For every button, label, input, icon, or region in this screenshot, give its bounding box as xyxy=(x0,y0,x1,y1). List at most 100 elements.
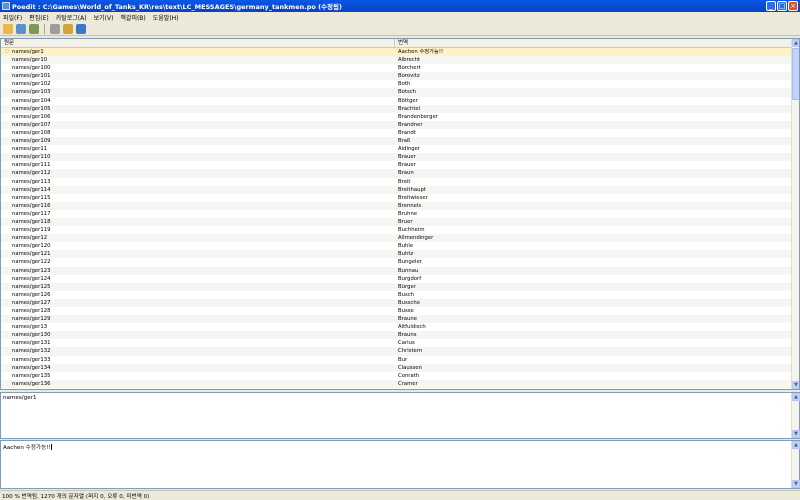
scroll-up-arrow-icon[interactable]: ▲ xyxy=(792,393,800,401)
table-row[interactable]: names/ger102 Both xyxy=(1,80,792,88)
table-row[interactable]: names/ger107 Brandner xyxy=(1,120,792,129)
source-cell: names/ger132 xyxy=(12,348,51,355)
column-header-source[interactable]: 원문 xyxy=(1,39,395,47)
table-row[interactable]: names/ger110 Brauer xyxy=(1,153,792,162)
menu-catalog[interactable]: 카탈로그(A) xyxy=(56,13,87,22)
translation-pane-scrollbar[interactable]: ▲ ▼ xyxy=(791,441,800,488)
table-row[interactable]: names/ger11 Aldinger xyxy=(1,145,792,153)
open-folder-icon[interactable] xyxy=(3,23,13,34)
table-row[interactable]: names/ger13 Altfuldisch xyxy=(1,323,792,331)
table-row[interactable]: names/ger124 Burgdorf xyxy=(1,275,792,283)
table-row[interactable]: names/ger135 Conrath xyxy=(1,372,792,380)
list-scrollbar[interactable]: ▲ ▼ xyxy=(791,39,799,389)
table-row[interactable]: names/ger129 Braune xyxy=(1,315,792,324)
table-row[interactable]: names/ger116 Brennels xyxy=(1,201,792,210)
table-row[interactable]: names/ger121 Buhtz xyxy=(1,250,792,259)
table-row[interactable]: names/ger122 Bungeler xyxy=(1,258,792,266)
translation-cell: Brandenberger xyxy=(398,113,438,120)
scroll-up-arrow-icon[interactable]: ▲ xyxy=(792,441,800,449)
table-row[interactable]: names/ger109 Braß xyxy=(1,137,792,146)
table-row[interactable]: names/ger123 Bunnau xyxy=(1,266,792,275)
maximize-button[interactable]: □ xyxy=(777,1,787,11)
table-row[interactable]: names/ger127 Bussche xyxy=(1,298,792,307)
table-row[interactable]: names/ger130 Brauns xyxy=(1,331,792,340)
translation-cell: Bunnau xyxy=(398,267,419,274)
update-icon[interactable] xyxy=(29,23,39,34)
source-pane-scrollbar[interactable]: ▲ ▼ xyxy=(791,393,800,438)
table-row[interactable]: names/ger100 Borchert xyxy=(1,64,792,72)
table-row[interactable]: names/ger105 Brachtel xyxy=(1,104,792,113)
table-row[interactable]: names/ger131 Carius xyxy=(1,339,792,347)
save-icon[interactable] xyxy=(16,23,26,34)
table-row[interactable]: names/ger136 Cramer xyxy=(1,379,792,388)
menu-bookmarks[interactable]: 책갈피(B) xyxy=(120,13,145,22)
source-cell: names/ger121 xyxy=(12,251,51,258)
menu-bar: 파일(F) 편집(E) 카탈로그(A) 보기(V) 책갈피(B) 도움말(H) xyxy=(0,12,800,22)
translation-cell: Allmendinger xyxy=(398,235,434,242)
source-cell: names/ger107 xyxy=(12,121,51,128)
minimize-button[interactable]: _ xyxy=(766,1,776,11)
comment-icon[interactable] xyxy=(63,23,73,34)
scroll-down-arrow-icon[interactable]: ▼ xyxy=(792,480,800,488)
table-row[interactable]: names/ger10 Albrecht xyxy=(1,56,792,65)
table-row[interactable]: names/ger103 Botsch xyxy=(1,88,792,97)
table-row[interactable]: names/ger112 Braun xyxy=(1,169,792,178)
translation-edit-pane[interactable]: Aachen 수정가능!! ▲ ▼ xyxy=(0,440,800,489)
source-cell: names/ger130 xyxy=(12,332,51,339)
table-row[interactable]: names/ger104 Böttger xyxy=(1,97,792,105)
table-row[interactable]: names/ger111 Brauer xyxy=(1,161,792,169)
source-cell: names/ger134 xyxy=(12,364,51,371)
table-row[interactable]: ○ names/ger1 Aachen 수정가능!! xyxy=(1,48,792,57)
validate-icon[interactable] xyxy=(50,23,60,34)
table-row[interactable]: names/ger12 Allmendinger xyxy=(1,234,792,243)
toolbar xyxy=(0,22,800,36)
source-cell: names/ger102 xyxy=(12,81,51,88)
table-row[interactable]: names/ger120 Buhle xyxy=(1,242,792,250)
table-row[interactable]: names/ger106 Brandenberger xyxy=(1,113,792,121)
table-row[interactable]: names/ger119 Buchheim xyxy=(1,226,792,234)
table-row[interactable]: names/ger101 Borovitz xyxy=(1,72,792,81)
menu-file[interactable]: 파일(F) xyxy=(3,13,22,22)
title-bar: Poedit : C:\Games\World_of_Tanks_KR\res\… xyxy=(0,0,800,12)
source-cell: names/ger104 xyxy=(12,97,51,104)
table-row[interactable]: names/ger114 Breithaupt xyxy=(1,185,792,194)
fullscreen-icon[interactable] xyxy=(76,23,86,34)
close-button[interactable]: × xyxy=(788,1,798,11)
source-cell: names/ger127 xyxy=(12,299,51,306)
source-cell: names/ger11 xyxy=(12,146,48,153)
source-cell: names/ger118 xyxy=(12,218,51,225)
source-text-pane[interactable]: names/ger1 ▲ ▼ xyxy=(0,392,800,439)
table-row[interactable]: names/ger133 Bur xyxy=(1,356,792,364)
scroll-down-arrow-icon[interactable]: ▼ xyxy=(792,430,800,438)
table-row[interactable]: names/ger115 Breitwieser xyxy=(1,194,792,202)
translation-cell: Aachen 수정가능!! xyxy=(398,49,444,55)
translation-cell: Buhtz xyxy=(398,251,414,258)
translation-input-line[interactable]: Aachen 수정가능!! xyxy=(3,443,52,451)
source-cell: names/ger112 xyxy=(12,170,51,177)
table-row[interactable]: names/ger117 Bruhne xyxy=(1,210,792,218)
table-row[interactable]: names/ger126 Busch xyxy=(1,291,792,299)
table-row[interactable]: names/ger108 Brandt xyxy=(1,129,792,137)
table-row[interactable]: names/ger113 Breit xyxy=(1,178,792,186)
translation-cell: Carius xyxy=(398,340,415,347)
table-row[interactable]: names/ger118 Bruer xyxy=(1,217,792,227)
scroll-down-arrow-icon[interactable]: ▼ xyxy=(792,381,799,389)
source-cell: names/ger105 xyxy=(12,105,51,112)
menu-help[interactable]: 도움말(H) xyxy=(153,13,179,22)
menu-view[interactable]: 보기(V) xyxy=(94,13,114,22)
source-cell: names/ger117 xyxy=(12,210,51,217)
source-cell: names/ger113 xyxy=(12,178,51,185)
translation-cell: Botsch xyxy=(398,89,416,96)
column-header-translation[interactable]: 번역 xyxy=(395,39,792,47)
scroll-thumb[interactable] xyxy=(792,48,799,100)
menu-edit[interactable]: 편집(E) xyxy=(29,13,49,22)
scroll-up-arrow-icon[interactable]: ▲ xyxy=(792,39,799,47)
table-row[interactable]: names/ger128 Busse xyxy=(1,307,792,315)
table-row[interactable]: names/ger132 Christern xyxy=(1,347,792,356)
table-row[interactable]: names/ger134 Claussen xyxy=(1,363,792,372)
source-cell: names/ger115 xyxy=(12,194,51,201)
translation-cell: Conrath xyxy=(398,372,420,379)
source-cell: names/ger128 xyxy=(12,308,51,314)
source-cell: names/ger123 xyxy=(12,267,51,274)
table-row[interactable]: names/ger125 Bürger xyxy=(1,282,792,291)
